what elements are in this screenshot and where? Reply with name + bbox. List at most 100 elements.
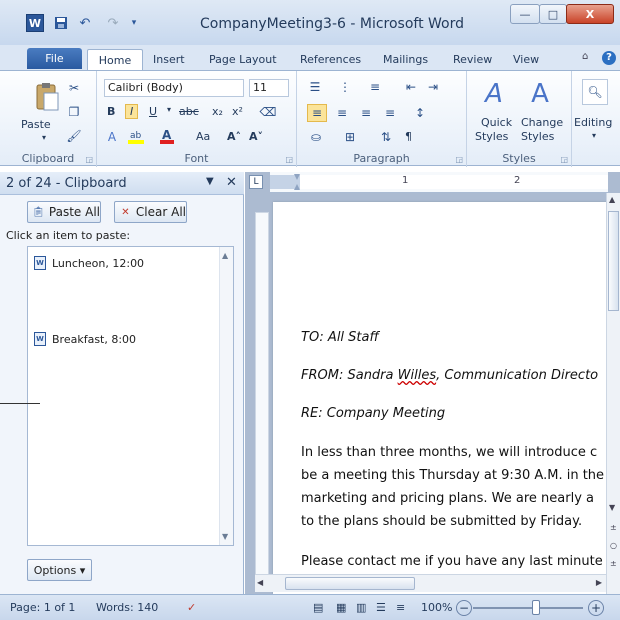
draft-icon[interactable]: ≡	[396, 601, 405, 614]
clipboard-list-scrollbar[interactable]: ▲ ▼	[219, 247, 233, 545]
increase-indent-icon[interactable]: ⇥	[425, 79, 441, 95]
browse-object-icon[interactable]: ○	[610, 541, 617, 550]
redo-icon[interactable]: ↷	[106, 14, 120, 32]
align-center-icon[interactable]: ≡	[333, 104, 351, 122]
strikethrough-button[interactable]: abc	[179, 105, 199, 118]
clipboard-launcher-icon[interactable]: ◲	[85, 155, 93, 164]
document-page[interactable]: TO: All Staff FROM: Sandra Willes, Commu…	[273, 202, 613, 594]
pane-menu-icon[interactable]: ▼	[206, 176, 214, 187]
close-button[interactable]: X	[566, 4, 614, 24]
clipboard-item-luncheon[interactable]: W Luncheon, 12:00	[34, 256, 144, 270]
bold-button[interactable]: B	[107, 105, 115, 118]
zoom-slider[interactable]	[473, 607, 583, 609]
editing-dropdown-icon[interactable]: ▾	[592, 131, 596, 140]
word-app-icon[interactable]: W	[26, 14, 44, 32]
font-name-combo[interactable]: Calibri (Body)	[104, 79, 244, 97]
page-count[interactable]: Page: 1 of 1	[10, 601, 75, 614]
web-layout-icon[interactable]: ▥	[356, 601, 366, 614]
outline-icon[interactable]: ☰	[376, 601, 386, 614]
tab-selector[interactable]: L	[249, 175, 263, 189]
vertical-ruler[interactable]	[255, 212, 269, 582]
line-spacing-icon[interactable]: ↕	[411, 104, 429, 122]
print-layout-icon[interactable]: ▤	[313, 601, 323, 614]
minimize-ribbon-icon[interactable]: ⌂	[582, 51, 588, 62]
justify-icon[interactable]: ≡	[381, 104, 399, 122]
scroll-thumb[interactable]	[608, 211, 619, 311]
clipboard-item-breakfast[interactable]: W Breakfast, 8:00	[34, 332, 136, 346]
tab-view[interactable]: View	[513, 49, 539, 70]
paragraph-launcher-icon[interactable]: ◲	[455, 155, 463, 164]
tab-home[interactable]: Home	[87, 49, 143, 70]
editing-button[interactable]: Editing	[574, 116, 612, 129]
tab-insert[interactable]: Insert	[153, 49, 185, 70]
customize-qat-icon[interactable]: ▾	[128, 14, 140, 32]
scroll-down-icon[interactable]: ▼	[609, 503, 615, 512]
align-right-icon[interactable]: ≡	[357, 104, 375, 122]
scroll-down-icon[interactable]: ▼	[222, 532, 228, 541]
shrink-font-button[interactable]: A˅	[249, 130, 263, 143]
font-launcher-icon[interactable]: ◲	[285, 155, 293, 164]
proofing-icon[interactable]: ✓	[187, 601, 196, 614]
vertical-scrollbar[interactable]: ▲ ▼ ± ○ ±	[606, 193, 620, 594]
zoom-in-button[interactable]: +	[588, 600, 604, 616]
next-page-icon[interactable]: ±	[610, 559, 617, 568]
tab-review[interactable]: Review	[453, 49, 492, 70]
minimize-button[interactable]: —	[510, 4, 540, 24]
subscript-button[interactable]: x₂	[212, 105, 223, 118]
show-formatting-button[interactable]: ¶	[405, 130, 412, 143]
zoom-slider-thumb[interactable]	[532, 600, 540, 615]
copy-icon[interactable]: ❐	[67, 105, 81, 119]
horizontal-ruler[interactable]: 1 2	[270, 172, 608, 193]
scroll-right-icon[interactable]: ▶	[596, 578, 602, 587]
italic-button[interactable]: I	[125, 104, 139, 119]
clear-formatting-icon[interactable]: ⌫	[259, 103, 277, 121]
undo-icon[interactable]: ↶	[78, 14, 92, 32]
zoom-level[interactable]: 100%	[421, 601, 452, 614]
shading-icon[interactable]: ⛀	[307, 128, 325, 146]
tab-references[interactable]: References	[300, 49, 361, 70]
quick-styles-label[interactable]: Quick	[481, 116, 512, 129]
multilevel-list-icon[interactable]: ≡	[367, 79, 383, 95]
quick-styles-label-2[interactable]: Styles	[475, 130, 508, 143]
cut-icon[interactable]: ✂	[67, 81, 81, 95]
zoom-out-button[interactable]: −	[456, 600, 472, 616]
options-button[interactable]: Options ▾	[27, 559, 92, 581]
horizontal-scrollbar[interactable]: ◀ ▶	[255, 574, 606, 592]
text-effects-icon[interactable]: A	[105, 129, 119, 145]
help-icon[interactable]: ?	[602, 51, 616, 65]
paste-button[interactable]: Paste	[21, 118, 51, 131]
underline-button[interactable]: U	[149, 105, 157, 118]
decrease-indent-icon[interactable]: ⇤	[403, 79, 419, 95]
font-color-icon[interactable]: A	[159, 127, 175, 145]
underline-dropdown-icon[interactable]: ▾	[167, 105, 171, 114]
change-styles-label[interactable]: Change	[521, 116, 563, 129]
maximize-button[interactable]: □	[539, 4, 567, 24]
change-styles-icon[interactable]: A	[523, 77, 557, 111]
superscript-button[interactable]: x²	[232, 105, 243, 118]
previous-page-icon[interactable]: ±	[610, 523, 617, 532]
scroll-left-icon[interactable]: ◀	[257, 578, 263, 587]
grow-font-button[interactable]: A˄	[227, 130, 241, 143]
save-icon[interactable]	[53, 14, 69, 32]
scroll-up-icon[interactable]: ▲	[222, 251, 228, 260]
quick-styles-icon[interactable]: A	[479, 77, 509, 111]
tab-file[interactable]: File	[27, 48, 82, 69]
change-styles-label-2[interactable]: Styles	[521, 130, 554, 143]
find-icon[interactable]: 🔍︎	[582, 79, 608, 105]
styles-launcher-icon[interactable]: ◲	[560, 155, 568, 164]
full-screen-reading-icon[interactable]: ▦	[336, 601, 346, 614]
paste-all-button[interactable]: 📋︎ Paste All	[27, 201, 101, 223]
tab-page-layout[interactable]: Page Layout	[209, 49, 277, 70]
format-painter-icon[interactable]: 🖌	[66, 129, 81, 143]
paste-dropdown-icon[interactable]: ▾	[42, 133, 46, 142]
horizontal-scroll-thumb[interactable]	[285, 577, 415, 590]
font-size-combo[interactable]: 11	[249, 79, 289, 97]
pane-close-icon[interactable]: ✕	[226, 175, 237, 190]
clear-all-button[interactable]: ✕ Clear All	[114, 201, 187, 223]
bullets-icon[interactable]: ☰	[307, 79, 323, 95]
scroll-up-icon[interactable]: ▲	[609, 195, 615, 204]
sort-icon[interactable]: ⇅	[377, 128, 395, 146]
tab-mailings[interactable]: Mailings	[383, 49, 428, 70]
align-left-icon[interactable]: ≡	[307, 104, 327, 122]
word-count[interactable]: Words: 140	[96, 601, 158, 614]
